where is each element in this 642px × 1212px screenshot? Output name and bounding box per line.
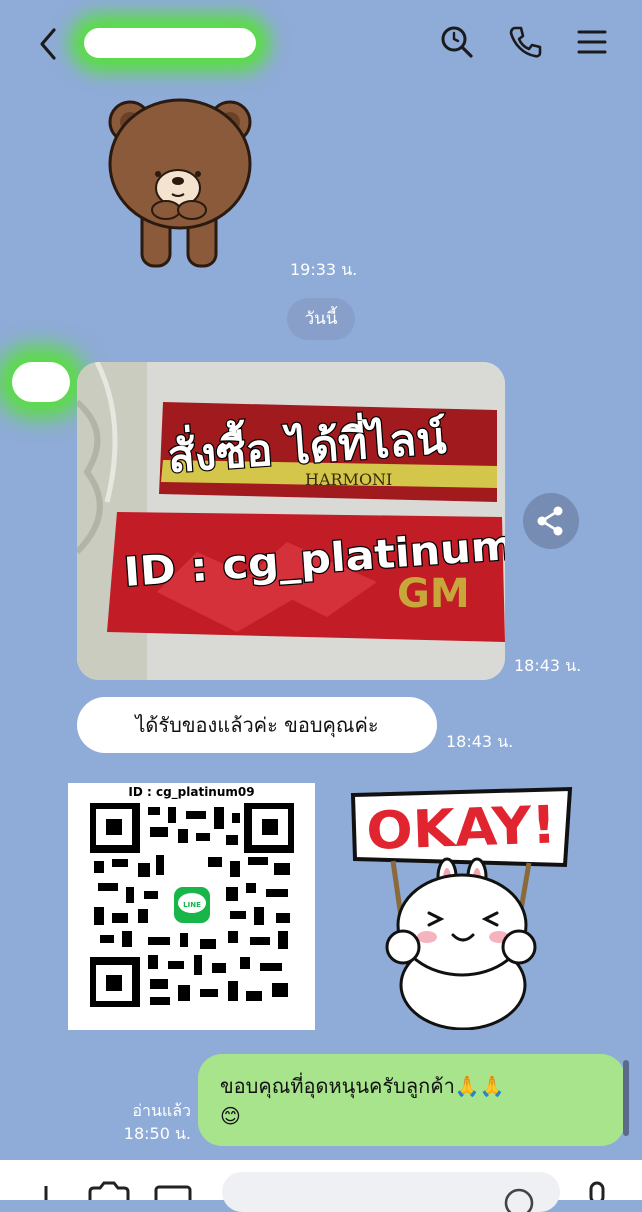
scrollbar-thumb[interactable]	[623, 1060, 629, 1136]
qr-pattern: LINE	[90, 803, 294, 1007]
photo-message[interactable]: HARMONI GM สั่งซื้อ ได้ที่ไลน์ ID : cg_p…	[77, 362, 505, 680]
photo-image: HARMONI GM สั่งซื้อ ได้ที่ไลน์ ID : cg_p…	[77, 362, 505, 680]
sender-avatar-redacted[interactable]	[12, 362, 70, 402]
message-timestamp: 18:43 น.	[446, 732, 514, 751]
line-logo-text: LINE	[183, 901, 201, 909]
share-icon	[537, 506, 563, 536]
qr-caption: ID : cg_platinum09	[128, 785, 255, 799]
menu-icon[interactable]	[572, 22, 612, 62]
sent-text-line2: 😊	[220, 1104, 241, 1128]
date-separator: วันนี้	[287, 298, 355, 340]
search-icon[interactable]	[437, 22, 477, 62]
received-text-bubble[interactable]: ได้รับของแล้วค่ะ ขอบคุณค่ะ	[77, 697, 437, 753]
qr-code-image[interactable]: ID : cg_platinum09 LINE	[68, 783, 315, 1030]
message-timestamp: 19:33 น.	[290, 260, 358, 279]
chat-header	[0, 0, 642, 86]
brown-bear-sticker[interactable]	[100, 84, 260, 274]
microphone-icon[interactable]	[582, 1180, 612, 1200]
message-timestamp: 18:43 น.	[514, 656, 582, 675]
read-receipt: อ่านแล้ว	[132, 1101, 191, 1120]
message-text-input[interactable]	[222, 1172, 560, 1212]
product-label: HARMONI	[305, 470, 392, 489]
chevron-left-icon[interactable]	[30, 24, 66, 64]
image-icon[interactable]	[152, 1182, 194, 1200]
share-button[interactable]	[523, 493, 579, 549]
sent-text-line1: ขอบคุณที่อุดหนุนครับลูกค้า🙏🙏	[220, 1074, 505, 1098]
phone-icon[interactable]	[505, 22, 545, 62]
message-input-bar	[0, 1160, 642, 1212]
camera-icon[interactable]	[86, 1180, 130, 1200]
okay-bunny-sticker[interactable]: OKAY!	[345, 785, 575, 1030]
emoji-icon[interactable]	[502, 1186, 536, 1212]
message-timestamp: 18:50 น.	[123, 1124, 191, 1143]
brand-logo: GM	[397, 571, 470, 617]
okay-text: OKAY!	[365, 795, 557, 862]
chat-title-redacted	[84, 28, 256, 58]
sent-text-bubble[interactable]: ขอบคุณที่อุดหนุนครับลูกค้า🙏🙏 😊	[198, 1054, 625, 1146]
plus-icon[interactable]	[28, 1182, 64, 1200]
